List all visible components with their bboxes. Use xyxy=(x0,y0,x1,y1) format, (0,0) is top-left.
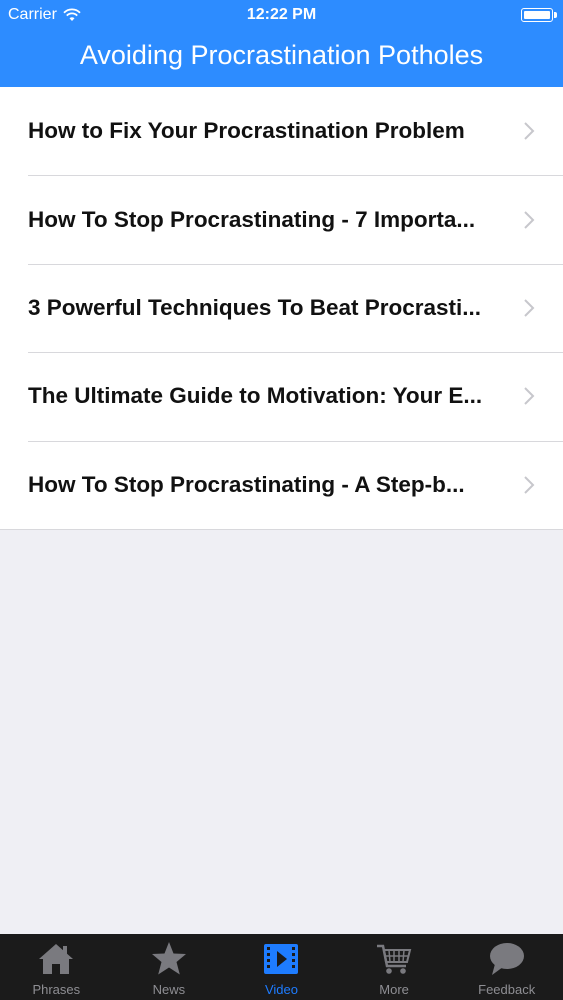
tab-label: News xyxy=(152,982,186,997)
list-item[interactable]: 3 Powerful Techniques To Beat Procrasti.… xyxy=(0,263,563,352)
film-icon xyxy=(264,944,299,974)
tab-video[interactable]: Video xyxy=(225,934,338,1000)
list-item-label: How to Fix Your Procrastination Problem xyxy=(28,118,465,144)
list-item-label: How To Stop Procrastinating - 7 Importa.… xyxy=(28,206,476,232)
tab-phrases[interactable]: Phrases xyxy=(0,934,113,1000)
tab-label: Phrases xyxy=(32,982,81,997)
tab-more[interactable]: More xyxy=(338,934,451,1000)
status-time: 12:22 PM xyxy=(246,6,317,23)
video-list: How to Fix Your Procrastination Problem … xyxy=(0,87,563,530)
chevron-right-icon xyxy=(524,210,535,229)
cart-icon xyxy=(377,944,412,974)
home-icon xyxy=(39,944,74,974)
header: Carrier 12:22 PM Avoiding Procrastinatio… xyxy=(0,0,563,87)
tab-label: Video xyxy=(264,982,298,997)
chevron-right-icon xyxy=(524,387,535,406)
app-screen: Carrier 12:22 PM Avoiding Procrastinatio… xyxy=(0,0,563,1000)
tab-news[interactable]: News xyxy=(113,934,226,1000)
list-item-label: The Ultimate Guide to Motivation: Your E… xyxy=(28,383,483,409)
battery-icon xyxy=(521,8,557,22)
star-icon xyxy=(151,942,186,975)
list-item[interactable]: How To Stop Procrastinating - A Step-b..… xyxy=(0,440,563,529)
tab-label: More xyxy=(379,982,409,997)
list-item[interactable]: How To Stop Procrastinating - 7 Importa.… xyxy=(0,175,563,263)
tab-bar: Phrases News Video More Feedback xyxy=(0,934,563,1000)
list-item[interactable]: How to Fix Your Procrastination Problem xyxy=(0,87,563,175)
list-item-label: 3 Powerful Techniques To Beat Procrasti.… xyxy=(28,294,482,320)
page-title: Avoiding Procrastination Potholes xyxy=(79,40,484,70)
chevron-right-icon xyxy=(524,299,535,317)
status-bar: Carrier 12:22 PM xyxy=(0,0,563,30)
chevron-right-icon xyxy=(524,122,535,140)
list-item-label: How To Stop Procrastinating - A Step-b..… xyxy=(28,471,465,497)
list-item[interactable]: The Ultimate Guide to Motivation: Your E… xyxy=(0,352,563,440)
tab-label: Feedback xyxy=(478,982,536,997)
speech-bubble-icon xyxy=(489,943,524,975)
chevron-right-icon xyxy=(524,476,535,494)
tab-feedback[interactable]: Feedback xyxy=(450,934,563,1000)
